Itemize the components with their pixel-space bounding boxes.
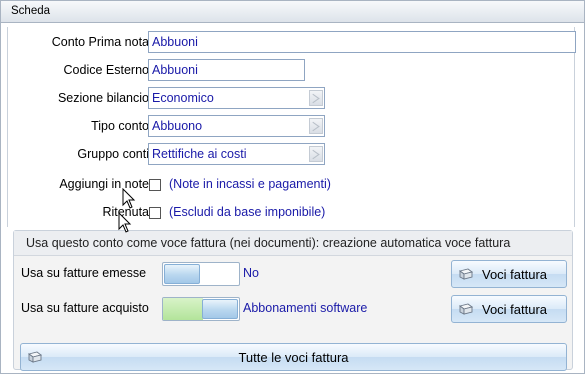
fatture-emesse-value: No bbox=[243, 266, 259, 280]
panel-title: Scheda bbox=[1, 1, 584, 23]
gruppo-conti-value: Rettifiche ai costi bbox=[152, 147, 247, 161]
tipo-conto-select[interactable]: Abbuono bbox=[148, 115, 325, 137]
tipo-conto-label: Tipo conto bbox=[91, 119, 149, 133]
mouse-pointer-icon bbox=[118, 212, 132, 233]
conto-prima-nota-input[interactable]: Abbuoni bbox=[148, 31, 576, 53]
account-form: Conto Prima nota Abbuoni Codice Esterno … bbox=[7, 27, 576, 227]
tutte-voci-fattura-button[interactable]: Tutte le voci fattura bbox=[20, 343, 567, 371]
document-arrow-icon bbox=[459, 303, 473, 315]
row-fatture-acquisto: Usa su fatture acquisto Abbonamenti soft… bbox=[14, 294, 572, 323]
toggle-on-fill bbox=[163, 298, 203, 320]
voci-fattura-acquisto-button[interactable]: Voci fattura bbox=[451, 295, 567, 323]
voci-fattura-acquisto-label: Voci fattura bbox=[482, 302, 548, 317]
scheda-panel: Scheda Conto Prima nota Abbuoni Codice E… bbox=[0, 0, 585, 374]
fatture-acquisto-toggle[interactable] bbox=[162, 297, 240, 321]
aggiungi-in-note-checkbox[interactable] bbox=[149, 179, 161, 191]
row-codice-esterno: Codice Esterno Abbuoni bbox=[8, 59, 576, 83]
invoice-section-title: Usa questo conto come voce fattura (nei … bbox=[14, 231, 572, 256]
codice-esterno-input[interactable]: Abbuoni bbox=[148, 59, 305, 81]
row-aggiungi-in-note: Aggiungi in note (Note in incassi e paga… bbox=[8, 173, 576, 197]
voci-fattura-emesse-label: Voci fattura bbox=[482, 267, 548, 282]
toggle-knob bbox=[202, 299, 238, 319]
invoice-item-section: Usa questo conto come voce fattura (nei … bbox=[13, 230, 573, 371]
fatture-emesse-toggle[interactable] bbox=[162, 262, 240, 286]
aggiungi-in-note-text: (Note in incassi e pagamenti) bbox=[169, 177, 331, 191]
tutte-voci-fattura-label: Tutte le voci fattura bbox=[238, 350, 349, 365]
tipo-conto-value: Abbuono bbox=[152, 119, 203, 133]
gruppo-conti-label: Gruppo conti bbox=[77, 147, 149, 161]
dropdown-arrow-icon[interactable] bbox=[309, 118, 323, 134]
dropdown-arrow-icon[interactable] bbox=[309, 90, 323, 106]
mouse-pointer-icon bbox=[122, 188, 136, 209]
fatture-acquisto-label: Usa su fatture acquisto bbox=[21, 301, 149, 315]
fatture-acquisto-value: Abbonamenti software bbox=[243, 301, 368, 315]
voci-fattura-emesse-button[interactable]: Voci fattura bbox=[451, 260, 567, 288]
codice-esterno-label: Codice Esterno bbox=[63, 63, 149, 77]
row-sezione-bilancio: Sezione bilancio Economico bbox=[8, 87, 576, 111]
sezione-bilancio-value: Economico bbox=[152, 91, 214, 105]
ritenuta-checkbox[interactable] bbox=[149, 207, 161, 219]
sezione-bilancio-label: Sezione bilancio bbox=[57, 91, 149, 105]
row-gruppo-conti: Gruppo conti Rettifiche ai costi bbox=[8, 143, 576, 167]
fatture-emesse-label: Usa su fatture emesse bbox=[21, 266, 147, 280]
gruppo-conti-select[interactable]: Rettifiche ai costi bbox=[148, 143, 325, 165]
conto-prima-nota-label: Conto Prima nota bbox=[51, 35, 149, 49]
row-ritenuta: Ritenuta (Escludi da base imponibile) bbox=[8, 201, 576, 225]
sezione-bilancio-select[interactable]: Economico bbox=[148, 87, 325, 109]
document-arrow-icon bbox=[459, 268, 473, 280]
row-fatture-emesse: Usa su fatture emesse No Voci fattura bbox=[14, 259, 572, 288]
dropdown-arrow-icon[interactable] bbox=[309, 146, 323, 162]
row-conto-prima-nota: Conto Prima nota Abbuoni bbox=[8, 31, 576, 55]
row-tipo-conto: Tipo conto Abbuono bbox=[8, 115, 576, 139]
toggle-knob bbox=[164, 264, 200, 284]
ritenuta-text: (Escludi da base imponibile) bbox=[169, 205, 326, 219]
